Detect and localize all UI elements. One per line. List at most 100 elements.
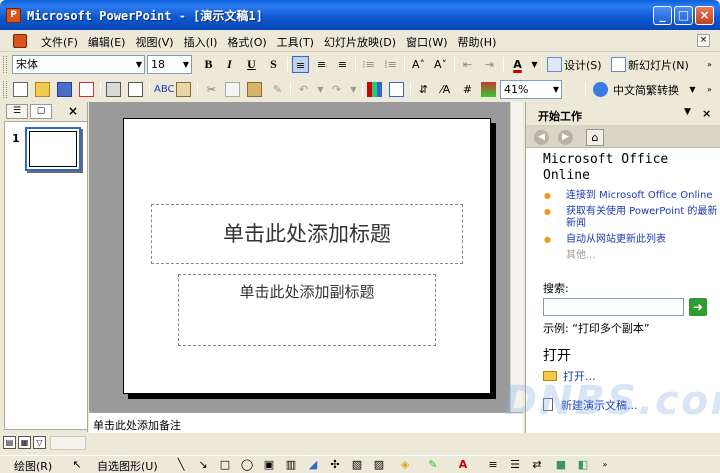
print-icon[interactable] [106, 82, 121, 97]
undo-icon[interactable]: ↶ [295, 81, 312, 98]
close-icon[interactable]: × [702, 107, 711, 120]
close-button[interactable]: × [695, 6, 714, 25]
show-formatting-icon[interactable]: ⁄A [437, 81, 454, 98]
normal-view-icon[interactable]: ▤ [3, 436, 16, 449]
menu-help[interactable]: 帮助(H) [453, 33, 502, 51]
menu-format[interactable]: 格式(O) [222, 33, 271, 51]
research-icon[interactable] [176, 82, 191, 97]
slideshow-icon[interactable]: ▽ [33, 436, 46, 449]
autoshapes-button[interactable]: 自选图形(U) [97, 458, 158, 473]
link-latest-news[interactable]: 获取有关使用 PowerPoint 的最新新闻 [540, 206, 718, 230]
home-icon[interactable]: ⌂ [586, 129, 604, 146]
line-style-icon[interactable]: ≡ [486, 458, 500, 472]
link-connect-office-online[interactable]: 连接到 Microsoft Office Online [540, 190, 718, 202]
draw-menu-button[interactable]: 绘图(R) [14, 458, 52, 473]
slide-sorter-icon[interactable]: ▦ [18, 436, 31, 449]
arrow-icon[interactable]: ↘ [196, 458, 210, 472]
redo-icon[interactable]: ↷ [328, 81, 345, 98]
help-icon[interactable] [593, 82, 608, 97]
back-icon[interactable]: ◀ [534, 130, 549, 145]
format-painter-icon[interactable]: ✎ [269, 81, 286, 98]
menu-insert[interactable]: 插入(I) [179, 33, 223, 51]
open-folder-icon[interactable] [35, 82, 50, 97]
font-name-select[interactable]: 宋体 ▼ [12, 55, 145, 74]
chevron-down-icon[interactable]: ▼ [684, 107, 691, 117]
grid-icon[interactable]: # [459, 81, 476, 98]
arrow-style-icon[interactable]: ⇄ [530, 458, 544, 472]
diagram-icon[interactable]: ✣ [328, 458, 342, 472]
slide-canvas[interactable]: 单击此处添加标题 单击此处添加副标题 [123, 118, 491, 394]
chevron-down-icon[interactable]: ▼ [345, 81, 362, 98]
align-right-icon[interactable]: ≡ [334, 56, 351, 73]
menu-file[interactable]: 文件(F) [36, 33, 83, 51]
picture-icon[interactable]: ▨ [372, 458, 386, 472]
toolbar-options-icon[interactable]: » [598, 458, 612, 472]
chevron-down-icon[interactable]: ▼ [684, 81, 701, 98]
numbering-icon[interactable]: ⁝≡ [360, 56, 377, 73]
increase-indent-icon[interactable]: ⇥ [481, 56, 498, 73]
italic-icon[interactable]: I [221, 56, 238, 73]
chinese-conversion-button[interactable]: 中文简繁转换 [613, 82, 679, 98]
doc-close-icon[interactable]: × [697, 34, 710, 47]
textbox-icon[interactable]: ▣ [262, 458, 276, 472]
color-grayscale-icon[interactable] [481, 82, 496, 97]
spelling-icon[interactable]: ABC [154, 81, 175, 98]
paste-icon[interactable] [247, 82, 262, 97]
dash-style-icon[interactable]: ☰ [508, 458, 522, 472]
font-size-select[interactable]: 18 ▼ [147, 55, 192, 74]
decrease-font-icon[interactable]: A˅ [432, 56, 449, 73]
document-icon[interactable] [13, 34, 27, 48]
design-icon[interactable] [547, 57, 562, 72]
align-left-icon[interactable]: ≡ [292, 56, 309, 73]
expand-all-icon[interactable]: ⇵ [415, 81, 432, 98]
shadow-icon[interactable]: S [265, 56, 282, 73]
font-color-icon[interactable]: A [509, 56, 526, 73]
align-center-icon[interactable]: ≡ [313, 56, 330, 73]
rectangle-icon[interactable]: □ [218, 458, 232, 472]
outline-tab[interactable]: ☰ [6, 104, 28, 119]
permission-icon[interactable] [79, 82, 94, 97]
vertical-scrollbar[interactable] [510, 102, 523, 412]
design-button[interactable]: 设计(S) [564, 57, 602, 73]
subtitle-placeholder[interactable]: 单击此处添加副标题 [178, 274, 436, 346]
wordart-icon[interactable]: ◢ [306, 458, 320, 472]
chart-icon[interactable] [367, 82, 382, 97]
print-preview-icon[interactable] [128, 82, 143, 97]
cut-icon[interactable]: ✂ [203, 81, 220, 98]
save-icon[interactable] [57, 82, 72, 97]
fill-color-icon[interactable]: ◈ [398, 458, 412, 472]
close-icon[interactable]: × [68, 104, 78, 118]
link-more[interactable]: 其他... [540, 250, 718, 262]
increase-font-icon[interactable]: A˄ [410, 56, 427, 73]
title-placeholder[interactable]: 单击此处添加标题 [151, 204, 463, 264]
search-input[interactable] [543, 298, 684, 316]
toolbar-grip[interactable] [3, 56, 7, 73]
font-color-icon[interactable]: A [456, 458, 470, 472]
table-icon[interactable] [389, 82, 404, 97]
zoom-select[interactable]: 41% ▼ [500, 80, 562, 99]
select-pointer-icon[interactable]: ↖ [70, 458, 84, 472]
toolbar-grip[interactable] [3, 81, 7, 98]
toolbar-options-icon[interactable]: » [701, 81, 718, 98]
bold-icon[interactable]: B [200, 56, 217, 73]
slide-thumbnail[interactable] [25, 127, 81, 171]
clipart-icon[interactable]: ▧ [350, 458, 364, 472]
new-slide-icon[interactable] [611, 57, 626, 72]
link-auto-update[interactable]: 自动从网站更新此列表 [540, 234, 718, 246]
line-icon[interactable]: ╲ [174, 458, 188, 472]
chevron-down-icon[interactable]: ▼ [312, 81, 329, 98]
decrease-indent-icon[interactable]: ⇤ [459, 56, 476, 73]
menu-tools[interactable]: 工具(T) [272, 33, 319, 51]
minimize-button[interactable]: _ [653, 6, 672, 25]
new-slide-button[interactable]: 新幻灯片(N) [628, 57, 689, 73]
bullets-icon[interactable]: ⁞≡ [382, 56, 399, 73]
notes-pane[interactable]: 单击此处添加备注 [89, 412, 523, 433]
slides-tab[interactable]: ▢ [30, 104, 52, 119]
toolbar-options-icon[interactable]: » [701, 56, 718, 73]
search-go-button[interactable]: ➜ [689, 298, 707, 316]
vertical-textbox-icon[interactable]: ▥ [284, 458, 298, 472]
menu-edit[interactable]: 编辑(E) [83, 33, 131, 51]
shadow-style-icon[interactable]: ■ [554, 458, 568, 472]
oval-icon[interactable]: ◯ [240, 458, 254, 472]
menu-view[interactable]: 视图(V) [130, 33, 178, 51]
